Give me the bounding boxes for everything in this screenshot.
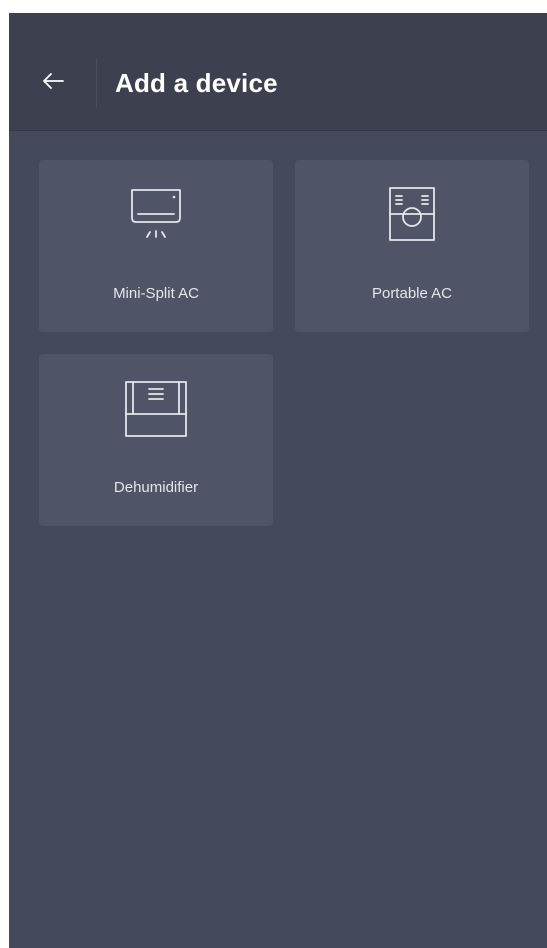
page-title: Add a device bbox=[115, 68, 278, 98]
device-card-portable-ac[interactable]: Portable AC bbox=[295, 160, 529, 332]
device-label: Dehumidifier bbox=[113, 479, 199, 496]
dehumidifier-icon bbox=[125, 381, 187, 437]
portable-ac-icon bbox=[389, 187, 435, 241]
device-label: Mini-Split AC bbox=[113, 285, 199, 302]
device-picker-screen: Add a device Mini-Split AC Portable AC D… bbox=[9, 13, 547, 948]
device-card-dehumidifier[interactable]: Dehumidifier bbox=[39, 354, 273, 526]
arrow-left-icon bbox=[43, 73, 64, 89]
mini-split-ac-icon bbox=[131, 189, 181, 238]
back-button[interactable] bbox=[31, 59, 75, 103]
device-card-mini-split-ac[interactable]: Mini-Split AC bbox=[39, 160, 273, 332]
device-label: Portable AC bbox=[371, 285, 453, 302]
app-header: Add a device bbox=[9, 13, 547, 131]
header-divider bbox=[96, 58, 97, 108]
